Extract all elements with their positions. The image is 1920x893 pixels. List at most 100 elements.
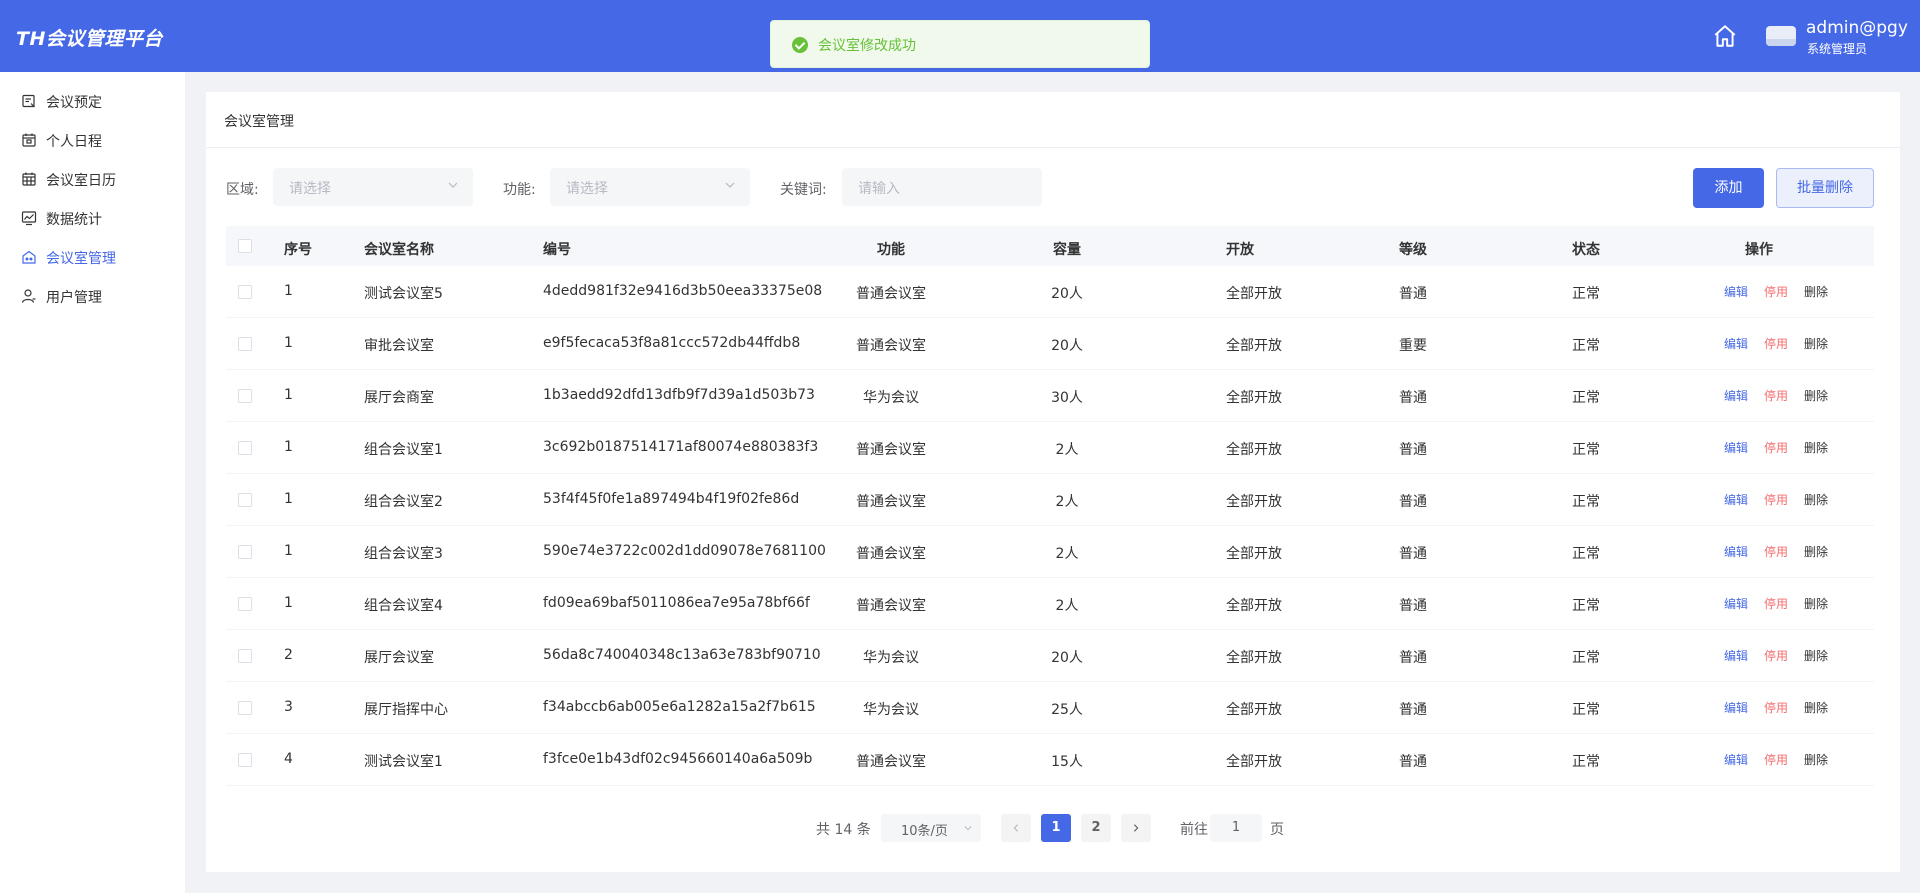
cell-func: 普通会议室 — [856, 338, 926, 354]
user-name[interactable]: admin@pgy — [1806, 18, 1908, 38]
row-checkbox[interactable] — [238, 753, 252, 767]
cell-level: 普通 — [1399, 598, 1427, 614]
disable-link[interactable]: 停用 — [1764, 439, 1788, 456]
cell-seq: 1 — [284, 387, 293, 403]
row-checkbox[interactable] — [238, 701, 252, 715]
table-row: 1 组合会议室3 590e74e3722c002d1dd09078e7681100 普… — [226, 526, 1874, 578]
disable-link[interactable]: 停用 — [1764, 751, 1788, 768]
prev-page-button[interactable] — [1001, 814, 1031, 842]
column-header: 会议室名称 — [364, 242, 434, 258]
cell-level: 普通 — [1399, 442, 1427, 458]
cell-level: 普通 — [1399, 390, 1427, 406]
edit-link[interactable]: 编辑 — [1724, 439, 1748, 456]
table-row: 2 展厅会议室 56da8c740040348c13a63e783bf90710 华为… — [226, 630, 1874, 682]
delete-link[interactable]: 删除 — [1804, 335, 1828, 352]
delete-link[interactable]: 删除 — [1804, 439, 1828, 456]
sidebar-item-room-management[interactable]: 会议室管理 — [0, 238, 185, 277]
row-checkbox[interactable] — [238, 545, 252, 559]
cell-func: 普通会议室 — [856, 286, 926, 302]
goto-page-input[interactable]: 1 — [1210, 814, 1262, 842]
batch-delete-button[interactable]: 批量删除 — [1776, 168, 1874, 208]
disable-link[interactable]: 停用 — [1764, 387, 1788, 404]
cell-capacity: 30人 — [1051, 390, 1083, 406]
region-select[interactable]: 请选择 — [273, 168, 473, 206]
edit-link[interactable]: 编辑 — [1724, 335, 1748, 352]
sidebar-item-label: 个人日程 — [46, 134, 102, 150]
disable-link[interactable]: 停用 — [1764, 543, 1788, 560]
user-role: 系统管理员 — [1807, 42, 1868, 56]
page-button-2[interactable]: 2 — [1081, 814, 1111, 842]
sidebar-item-room-calendar[interactable]: 会议室日历 — [0, 160, 185, 199]
select-all-checkbox[interactable] — [238, 239, 252, 253]
cell-capacity: 2人 — [1055, 442, 1079, 458]
row-checkbox[interactable] — [238, 441, 252, 455]
delete-link[interactable]: 删除 — [1804, 647, 1828, 664]
table-row: 1 展厅会商室 1b3aedd92dfd13dfb9f7d39a1d503b73 华为… — [226, 370, 1874, 422]
delete-link[interactable]: 删除 — [1804, 751, 1828, 768]
next-page-button[interactable] — [1121, 814, 1151, 842]
table-row: 4 测试会议室1 f3fce0e1b43df02c945660140a6a509b 普… — [226, 734, 1874, 786]
edit-link[interactable]: 编辑 — [1724, 283, 1748, 300]
cell-func: 普通会议室 — [856, 598, 926, 614]
keyword-placeholder: 请输入 — [858, 181, 900, 197]
home-icon[interactable] — [1712, 23, 1738, 49]
function-select[interactable]: 请选择 — [550, 168, 750, 206]
cell-code: 3c692b0187514171af80074e880383f3 — [543, 439, 819, 455]
row-checkbox[interactable] — [238, 285, 252, 299]
cell-level: 普通 — [1399, 650, 1427, 666]
cell-name: 审批会议室 — [364, 338, 434, 354]
row-checkbox[interactable] — [238, 649, 252, 663]
row-checkbox[interactable] — [238, 389, 252, 403]
disable-link[interactable]: 停用 — [1764, 283, 1788, 300]
cell-seq: 1 — [284, 439, 293, 455]
cell-capacity: 20人 — [1051, 286, 1083, 302]
add-button[interactable]: 添加 — [1693, 168, 1764, 208]
page-size-select[interactable]: 10条/页 — [881, 814, 981, 842]
row-checkbox[interactable] — [238, 597, 252, 611]
cell-capacity: 20人 — [1051, 338, 1083, 354]
cell-seq: 1 — [284, 283, 293, 299]
calendar-icon — [22, 133, 36, 147]
delete-link[interactable]: 删除 — [1804, 595, 1828, 612]
edit-link[interactable]: 编辑 — [1724, 751, 1748, 768]
cell-status: 正常 — [1572, 338, 1600, 354]
avatar[interactable] — [1766, 26, 1796, 46]
chevron-down-icon — [448, 182, 458, 188]
sidebar-item-booking[interactable]: 会议预定 — [0, 82, 185, 121]
edit-link[interactable]: 编辑 — [1724, 543, 1748, 560]
edit-link[interactable]: 编辑 — [1724, 699, 1748, 716]
meeting-room-icon — [22, 250, 36, 264]
edit-link[interactable]: 编辑 — [1724, 647, 1748, 664]
disable-link[interactable]: 停用 — [1764, 699, 1788, 716]
page-button-1[interactable]: 1 — [1041, 814, 1071, 842]
disable-link[interactable]: 停用 — [1764, 595, 1788, 612]
sidebar-item-users[interactable]: 用户管理 — [0, 277, 185, 316]
row-checkbox[interactable] — [238, 337, 252, 351]
disable-link[interactable]: 停用 — [1764, 647, 1788, 664]
region-label: 区域: — [226, 182, 259, 198]
keyword-input[interactable]: 请输入 — [842, 168, 1042, 206]
pagination-total: 共 14 条 — [816, 822, 871, 838]
column-header: 等级 — [1399, 242, 1427, 258]
row-checkbox[interactable] — [238, 493, 252, 507]
cell-name: 展厅会议室 — [364, 650, 434, 666]
edit-link[interactable]: 编辑 — [1724, 387, 1748, 404]
cell-open: 全部开放 — [1226, 598, 1282, 614]
sidebar-item-schedule[interactable]: 个人日程 — [0, 121, 185, 160]
delete-link[interactable]: 删除 — [1804, 387, 1828, 404]
user-icon — [21, 289, 36, 303]
delete-link[interactable]: 删除 — [1804, 491, 1828, 508]
cell-code: f34abccb6ab005e6a1282a15a2f7b615 — [543, 699, 816, 715]
sidebar-item-label: 用户管理 — [46, 290, 102, 306]
delete-link[interactable]: 删除 — [1804, 699, 1828, 716]
delete-link[interactable]: 删除 — [1804, 543, 1828, 560]
delete-link[interactable]: 删除 — [1804, 283, 1828, 300]
edit-link[interactable]: 编辑 — [1724, 491, 1748, 508]
disable-link[interactable]: 停用 — [1764, 491, 1788, 508]
sidebar-item-statistics[interactable]: 数据统计 — [0, 199, 185, 238]
edit-link[interactable]: 编辑 — [1724, 595, 1748, 612]
disable-link[interactable]: 停用 — [1764, 335, 1788, 352]
divider — [206, 147, 1900, 148]
cell-name: 测试会议室1 — [364, 754, 443, 770]
cell-capacity: 15人 — [1051, 754, 1083, 770]
